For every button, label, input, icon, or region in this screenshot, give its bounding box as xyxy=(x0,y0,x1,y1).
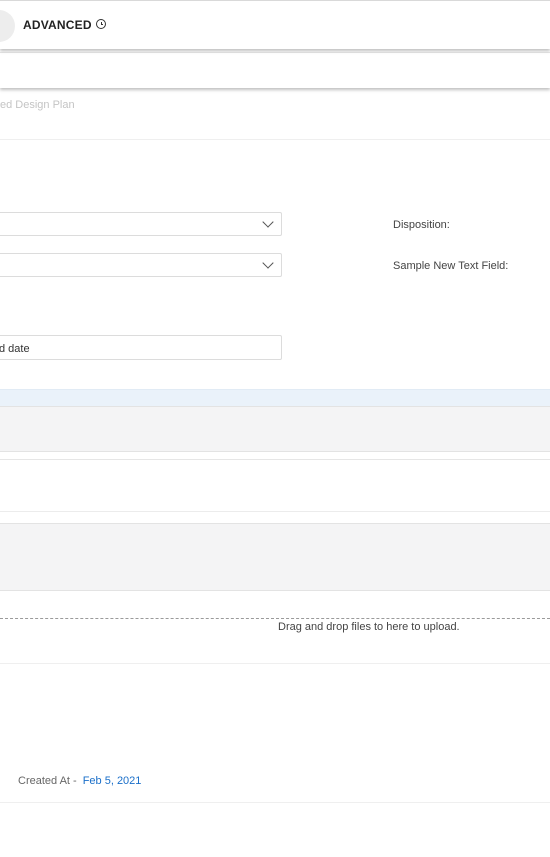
panel-block xyxy=(0,523,550,591)
chevron-down-icon xyxy=(262,216,274,228)
dropzone-text: Drag and drop files to here to upload. xyxy=(278,621,460,633)
file-dropzone[interactable] xyxy=(0,618,550,634)
divider xyxy=(0,663,550,664)
view-toggle-button[interactable] xyxy=(0,10,15,42)
created-at: Created At - Feb 5, 2021 xyxy=(18,775,141,787)
section-strip xyxy=(0,389,550,406)
dropdown-select-1[interactable] xyxy=(0,212,282,236)
divider xyxy=(0,139,550,140)
date-field-value: d date xyxy=(0,343,30,355)
top-toolbar: ADVANCED xyxy=(0,0,550,49)
dropdown-select-2[interactable] xyxy=(0,253,282,277)
table-header xyxy=(0,406,550,452)
clock-icon[interactable] xyxy=(96,19,106,29)
chevron-down-icon xyxy=(262,257,274,269)
divider xyxy=(0,802,550,803)
sample-text-field-label: Sample New Text Field: xyxy=(393,260,509,272)
sub-toolbar xyxy=(0,52,550,88)
created-label: Created At - xyxy=(18,775,77,787)
advanced-mode-label[interactable]: ADVANCED xyxy=(23,18,92,32)
disposition-label: Disposition: xyxy=(393,219,450,231)
table-row xyxy=(0,459,550,512)
breadcrumb[interactable]: ed Design Plan xyxy=(0,99,75,111)
created-date-link[interactable]: Feb 5, 2021 xyxy=(83,775,142,787)
date-field[interactable]: d date xyxy=(0,335,282,360)
